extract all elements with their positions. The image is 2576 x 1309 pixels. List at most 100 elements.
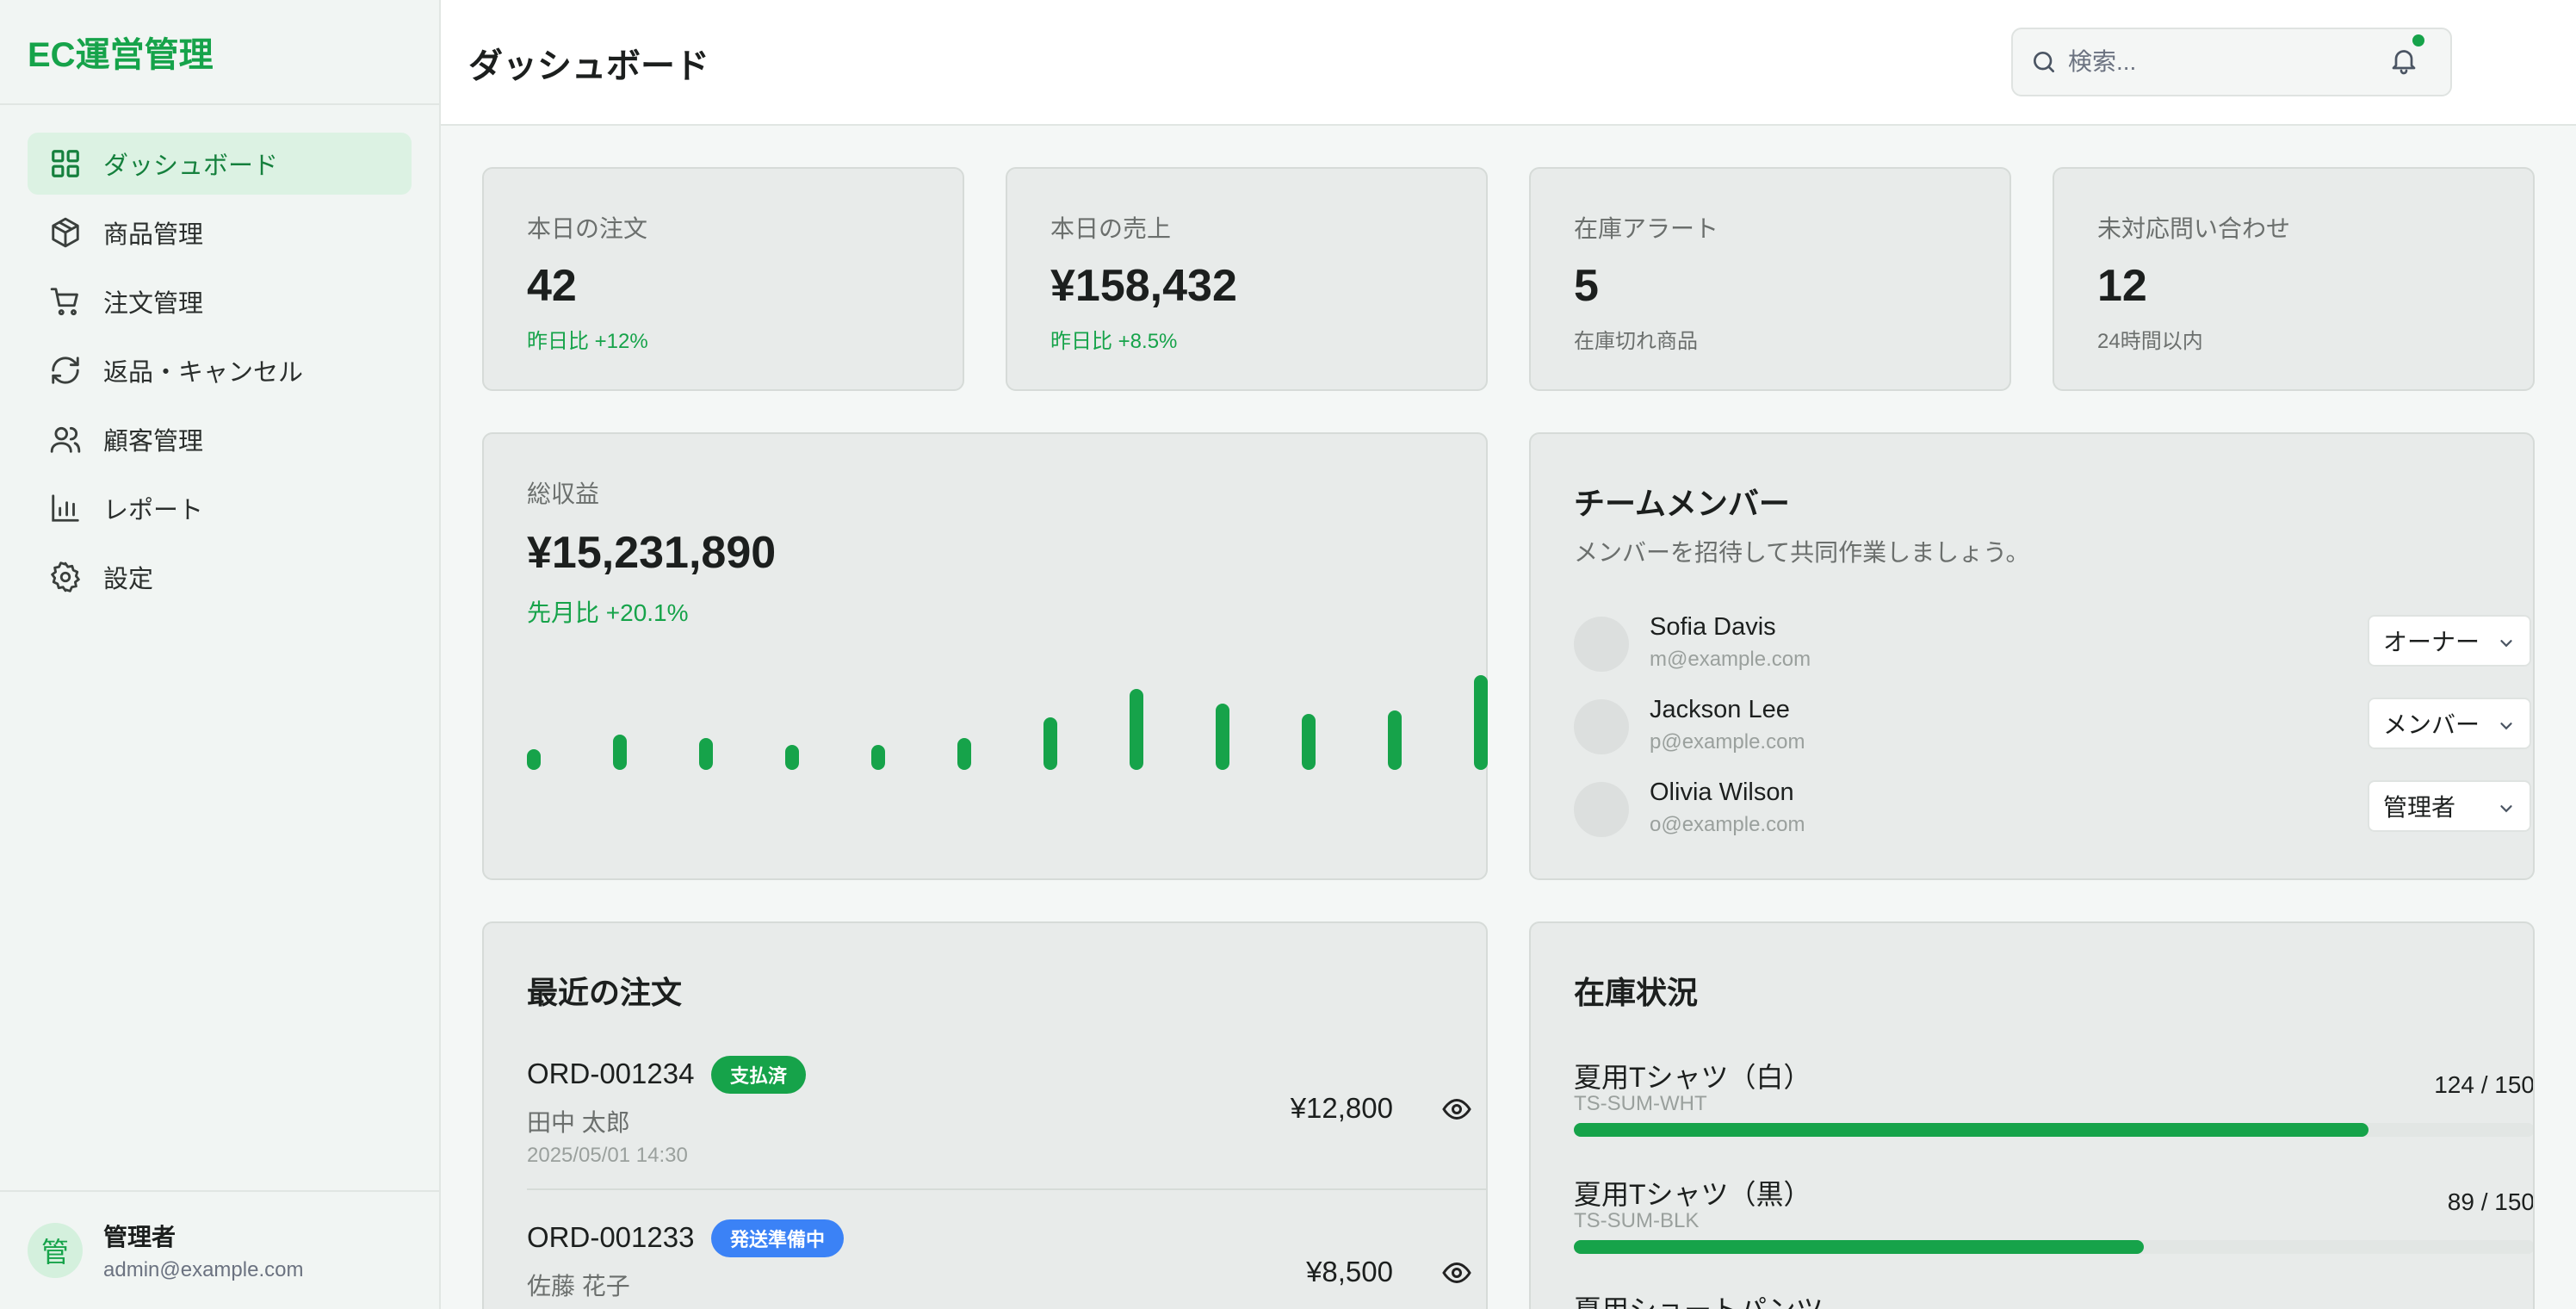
sidebar-item-products[interactable]: 商品管理 (28, 202, 412, 264)
role-select[interactable]: 管理者 (2368, 780, 2531, 832)
search-box[interactable] (2011, 28, 2452, 96)
order-id: ORD-001234 (527, 1058, 695, 1089)
bar-chart-icon (48, 491, 83, 525)
bell-icon (2392, 50, 2416, 75)
sidebar-item-label: 商品管理 (103, 221, 204, 249)
role-select[interactable]: オーナー (2368, 615, 2531, 667)
order-id: ORD-001233 (527, 1221, 695, 1253)
product-name: 夏用Tシャツ（黒） (1574, 1179, 1811, 1210)
stat-card-inquiries: 未対応問い合わせ 12 24時間以内 (2053, 167, 2535, 391)
chart-bar (1043, 717, 1057, 770)
stat-card-sales: 本日の売上 ¥158,432 昨日比 +8.5% (1006, 167, 1488, 391)
stock-count: 89 / 150 (2447, 1188, 2535, 1215)
order-row[interactable]: ORD-001233 発送準備中 佐藤 花子 ¥8,500 (527, 1219, 1486, 1309)
team-description: メンバーを招待して共同作業しましょう。 (1574, 539, 2030, 566)
revenue-label: 総収益 (527, 481, 600, 507)
stat-card-stock-alert: 在庫アラート 5 在庫切れ商品 (1529, 167, 2011, 391)
chart-bar (1302, 714, 1316, 770)
sidebar-item-label: 顧客管理 (103, 428, 204, 456)
team-card: チームメンバー メンバーを招待して共同作業しましょう。 Sofia Davis … (1529, 432, 2535, 880)
chart-bar (871, 745, 885, 770)
page-title: ダッシュボード (468, 47, 709, 85)
chart-bar (1474, 675, 1488, 770)
gear-icon (48, 560, 83, 594)
stock-item: 夏用Tシャツ（黒） TS-SUM-BLK 89 / 150 (1574, 1173, 2535, 1259)
status-badge: 発送準備中 (711, 1219, 845, 1257)
stock-item: 夏用ショートパンツ (1574, 1288, 2533, 1309)
order-amount: ¥8,500 (1306, 1256, 1393, 1287)
role-select[interactable]: メンバー (2368, 698, 2531, 749)
sidebar-item-reports[interactable]: レポート (28, 477, 412, 539)
stat-card-orders: 本日の注文 42 昨日比 +12% (482, 167, 964, 391)
sidebar-item-label: 返品・キャンセル (103, 359, 304, 387)
grid-icon (48, 146, 83, 181)
refresh-icon (48, 353, 83, 388)
order-amount: ¥12,800 (1290, 1092, 1393, 1124)
member-email: m@example.com (1650, 648, 1811, 671)
cart-icon (48, 284, 83, 319)
order-row[interactable]: ORD-001234 支払済 田中 太郎 2025/05/01 14:30 ¥1… (527, 1056, 1486, 1169)
stat-value: 12 (2097, 261, 2147, 311)
avatar: 管 (28, 1223, 83, 1278)
stock-count: 124 / 150 (2434, 1071, 2535, 1098)
stat-label: 在庫アラート (1574, 215, 1719, 242)
revenue-value: ¥15,231,890 (527, 528, 777, 578)
stat-label: 本日の売上 (1050, 215, 1172, 242)
stat-value: 42 (527, 261, 577, 311)
sidebar-item-returns[interactable]: 返品・キャンセル (28, 339, 412, 401)
chart-bar (785, 745, 799, 770)
user-profile[interactable]: 管 管理者 admin@example.com (0, 1190, 439, 1309)
role-value: オーナー (2383, 629, 2480, 655)
notification-dot (2412, 34, 2424, 47)
sidebar-item-settings[interactable]: 設定 (28, 546, 412, 608)
sidebar-item-dashboard[interactable]: ダッシュボード (28, 133, 412, 195)
stock-progress-track (1574, 1123, 2533, 1137)
team-title: チームメンバー (1574, 486, 1790, 521)
divider (527, 1188, 1486, 1190)
inventory-card: 在庫状況 夏用Tシャツ（白） TS-SUM-WHT 124 / 150 夏用Tシ… (1529, 921, 2535, 1309)
search-icon (2034, 52, 2054, 72)
eye-icon[interactable] (1441, 1257, 1472, 1288)
avatar (1574, 699, 1629, 754)
stat-change: 昨日比 +8.5% (1050, 330, 1178, 353)
users-icon (48, 422, 83, 456)
product-name: 夏用Tシャツ（白） (1574, 1062, 1811, 1093)
stock-progress-fill (1574, 1240, 2144, 1254)
customer-name: 田中 太郎 (527, 1109, 630, 1136)
chevron-down-icon (2500, 723, 2512, 730)
recent-orders-card: 最近の注文 ORD-001234 支払済 田中 太郎 2025/05/01 14… (482, 921, 1488, 1309)
chart-bar (1388, 710, 1402, 770)
member-name: Jackson Lee (1650, 696, 1790, 723)
stock-progress-track (1574, 1240, 2533, 1254)
member-email: o@example.com (1650, 813, 1805, 836)
revenue-card: 総収益 ¥15,231,890 先月比 +20.1% (482, 432, 1488, 880)
role-value: 管理者 (2383, 794, 2456, 821)
sidebar-item-label: 設定 (103, 566, 154, 593)
product-sku: TS-SUM-BLK (1574, 1209, 1700, 1232)
chart-bar (1130, 689, 1143, 770)
chevron-down-icon (2500, 805, 2512, 813)
top-header: ダッシュボード (441, 0, 2576, 126)
admin-name: 管理者 (103, 1224, 176, 1250)
stat-label: 本日の注文 (527, 215, 648, 242)
status-badge: 支払済 (711, 1056, 807, 1094)
sidebar-nav: ダッシュボード 商品管理 注文管理 返品・キャンセル 顧客管理 レポート 設定 (0, 105, 439, 608)
chart-bar (613, 735, 627, 770)
sidebar: EC運営管理 ダッシュボード 商品管理 注文管理 返品・キャンセル 顧客管理 レ… (0, 0, 441, 1309)
product-sku: TS-SUM-WHT (1574, 1092, 1707, 1115)
sidebar-item-orders[interactable]: 注文管理 (28, 270, 412, 332)
eye-icon[interactable] (1441, 1094, 1472, 1125)
chevron-down-icon (2500, 640, 2512, 648)
role-value: メンバー (2383, 711, 2480, 738)
orders-title: 最近の注文 (527, 975, 683, 1010)
customer-name: 佐藤 花子 (527, 1273, 630, 1300)
sidebar-item-customers[interactable]: 顧客管理 (28, 408, 412, 470)
stat-label: 未対応問い合わせ (2097, 215, 2291, 242)
member-name: Olivia Wilson (1650, 779, 1794, 806)
notification-button[interactable] (2388, 45, 2423, 79)
brand-logo[interactable]: EC運営管理 (0, 0, 439, 105)
revenue-bar-chart (527, 675, 1488, 770)
sidebar-item-label: ダッシュボード (103, 152, 279, 180)
stat-change: 昨日比 +12% (527, 330, 648, 353)
search-input[interactable] (2068, 48, 2430, 76)
